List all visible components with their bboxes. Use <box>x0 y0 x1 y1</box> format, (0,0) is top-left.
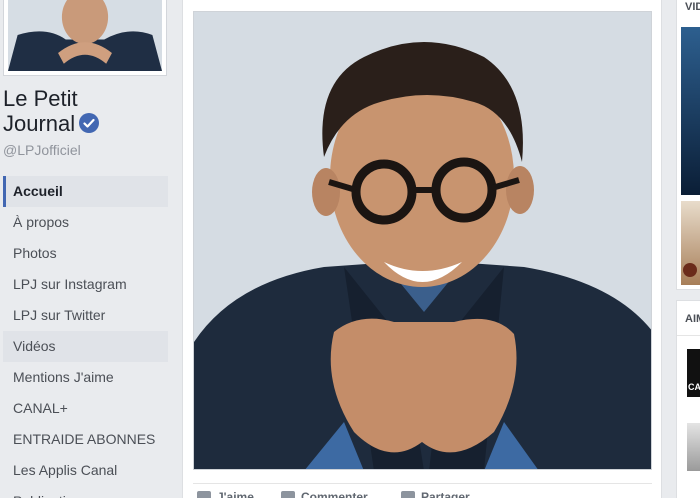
liked-pages-title[interactable]: AIM <box>685 313 700 325</box>
nav-item-canal[interactable]: CANAL+ <box>3 393 168 424</box>
liked-page-thumbnail[interactable] <box>687 423 700 471</box>
nav-item-accueil[interactable]: Accueil <box>3 176 168 207</box>
video-thumbnail-logo <box>683 263 697 277</box>
post-photo[interactable] <box>193 11 652 470</box>
page-navigation: Accueil À propos Photos LPJ sur Instagram LP… <box>3 176 168 498</box>
profile-picture[interactable] <box>3 0 167 76</box>
liked-page-thumbnail-text: CA <box>688 382 700 392</box>
video-thumbnail[interactable] <box>681 27 700 195</box>
comment-button[interactable]: Commenter <box>281 484 401 498</box>
nav-item-à-propos[interactable]: À propos <box>3 207 168 238</box>
share-button[interactable]: Partager <box>401 484 470 498</box>
post-card: J'aime Commenter Partager <box>182 0 662 498</box>
nav-item-vidéos[interactable]: Vidéos <box>3 331 168 362</box>
profile-picture-image <box>8 0 162 71</box>
videos-panel-title[interactable]: VID <box>685 1 700 13</box>
nav-item-lpj-sur-twitter[interactable]: LPJ sur Twitter <box>3 300 168 331</box>
page-title[interactable]: Le Petit Journal <box>3 86 178 136</box>
comment-icon <box>281 491 295 498</box>
like-label: J'aime <box>217 490 254 498</box>
liked-page-thumbnail[interactable]: CA <box>687 349 700 397</box>
thumbs-up-icon <box>197 491 211 498</box>
nav-item-mentions-j-aime[interactable]: Mentions J'aime <box>3 362 168 393</box>
verified-badge-icon <box>79 113 100 133</box>
share-label: Partager <box>421 490 470 498</box>
nav-item-publications[interactable]: Publications <box>3 486 168 498</box>
liked-pages-panel: AIM CA <box>676 300 700 498</box>
like-button[interactable]: J'aime <box>197 484 281 498</box>
page-title-line2: Journal <box>3 111 76 136</box>
nav-item-entraide-abonnes[interactable]: ENTRAIDE ABONNES <box>3 424 168 455</box>
videos-panel: VID <box>676 0 700 290</box>
nav-item-photos[interactable]: Photos <box>3 238 168 269</box>
nav-item-lpj-sur-instagram[interactable]: LPJ sur Instagram <box>3 269 168 300</box>
nav-item-les-applis-canal[interactable]: Les Applis Canal <box>3 455 168 486</box>
share-icon <box>401 491 415 498</box>
page-handle[interactable]: @LPJofficiel <box>3 142 81 158</box>
left-sidebar: Le Petit Journal @LPJofficiel Accueil À p… <box>0 0 180 498</box>
video-thumbnail[interactable] <box>681 201 700 285</box>
page-title-line1: Le Petit <box>3 86 78 111</box>
comment-label: Commenter <box>301 490 368 498</box>
post-actions: J'aime Commenter Partager <box>193 483 652 498</box>
divider <box>677 335 700 336</box>
